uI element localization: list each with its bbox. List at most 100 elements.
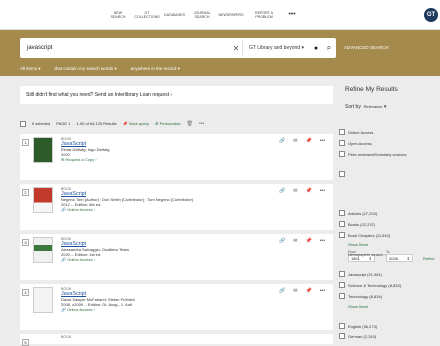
advanced-search-link[interactable]: ADVANCED SEARCH <box>344 45 389 50</box>
pin-icon[interactable]: 📌 <box>306 188 312 194</box>
nav-journal-search[interactable]: JOURNAL SEARCH <box>188 0 216 30</box>
result-text: BOOK JavaScript David Sawyer McFarland; … <box>61 287 135 312</box>
facet-technology[interactable]: Technology (8,834) <box>339 293 382 299</box>
facet-label: English (36,273) <box>348 323 378 329</box>
checkbox[interactable] <box>339 232 345 238</box>
pin-icon[interactable]: 📌 <box>306 138 312 144</box>
email-icon[interactable]: ✉ <box>293 238 297 244</box>
nav-newspapers[interactable]: NEWSPAPERS <box>216 0 246 30</box>
facet-label: Book Chapters (11,642) <box>348 232 391 238</box>
email-icon[interactable]: ✉ <box>293 288 297 294</box>
email-icon[interactable]: ✉ <box>293 188 297 194</box>
nav-report-problem[interactable]: REPORT A PROBLEM <box>246 0 282 30</box>
request-copy-link[interactable]: ✉ Request a Copy › <box>61 157 109 162</box>
result-action-label: Request a Copy <box>65 157 95 162</box>
list-item[interactable]: 1 BOOK JavaScript Elmar Dellwig; Ingo De… <box>20 134 333 180</box>
online-access-link[interactable]: 🔗 Online Access › <box>61 307 135 312</box>
facet-articles[interactable]: Articles (27,220) <box>339 210 377 216</box>
facet-label: German (2,310) <box>348 333 377 339</box>
list-item[interactable]: 2 BOOK JavaScript Negrino Tom [Author] ;… <box>20 184 333 230</box>
online-access-link[interactable]: 🔗 Online Access › <box>61 207 193 212</box>
checkbox[interactable] <box>339 171 345 177</box>
result-action-label: Online Access <box>67 307 93 312</box>
more-icon[interactable]: ••• <box>199 121 204 127</box>
facet-science-technology[interactable]: Science & Technology (8,833) <box>339 282 401 288</box>
checkbox[interactable] <box>339 140 345 146</box>
search-icon[interactable]: ⌕ <box>322 43 336 53</box>
link-icon[interactable]: 🔗 <box>279 238 285 244</box>
show-more-subjects[interactable]: Show More <box>348 304 368 309</box>
sort-label: Sort by <box>345 104 361 110</box>
refine-button[interactable]: Refine <box>423 256 435 261</box>
checkbox[interactable] <box>339 151 345 157</box>
facet-label: Science & Technology (8,833) <box>348 282 402 288</box>
facet-english[interactable]: English (36,273) <box>339 323 377 329</box>
microphone-icon[interactable]: ● <box>310 45 322 52</box>
trash-icon[interactable]: 🗑 <box>187 121 193 127</box>
stepper-icon[interactable]: ⇕ <box>407 256 410 261</box>
search-filters: All items ▾ that contain my search words… <box>20 66 180 72</box>
ill-banner-wrap: Still didn't find what you need? Send an… <box>20 86 333 104</box>
filter-open-access[interactable]: Open Access <box>339 140 372 146</box>
results-range: 1-50 of 64,125 Results <box>76 121 117 126</box>
checkbox[interactable] <box>339 271 345 277</box>
checkbox[interactable] <box>339 210 345 216</box>
more-icon[interactable]: ••• <box>320 138 325 144</box>
list-item[interactable]: 4 BOOK JavaScript David Sawyer McFarland… <box>20 284 333 330</box>
checkbox[interactable] <box>339 323 345 329</box>
checkbox[interactable] <box>339 293 345 299</box>
to-year-input[interactable]: 2026 ⇕ <box>386 254 413 262</box>
facet-label: Books (22,237) <box>348 221 376 227</box>
filter-match-label: that contain my search words <box>54 66 114 71</box>
sort-value: Relevance <box>363 104 383 109</box>
result-actions: 🔗 ✉ 📌 ••• <box>279 238 325 244</box>
more-icon[interactable]: ••• <box>320 238 325 244</box>
avatar[interactable]: GT <box>424 8 438 22</box>
email-icon[interactable]: ✉ <box>293 138 297 144</box>
checkbox[interactable] <box>339 282 345 288</box>
newspapers-search-link[interactable]: Newspapers search › <box>348 252 386 257</box>
select-all-checkbox[interactable] <box>20 120 26 127</box>
link-icon[interactable]: 🔗 <box>279 138 285 144</box>
result-actions: 🔗 ✉ 📌 ••• <box>279 288 325 294</box>
online-access-link[interactable]: 🔗 Online Access › <box>61 257 129 262</box>
book-cover <box>33 187 53 213</box>
sort-control[interactable]: Sort by Relevance ▾ <box>345 104 386 110</box>
facet-label: Javascript (21,961) <box>348 271 383 277</box>
nav-more-icon[interactable]: ••• <box>282 0 302 30</box>
scope-dropdown[interactable]: GT Library and beyond ▾ <box>242 41 310 55</box>
personalize-button[interactable]: ⚙ Personalize <box>155 121 181 126</box>
nav-databases[interactable]: DATABASES <box>161 0 188 30</box>
link-icon[interactable]: 🔗 <box>279 188 285 194</box>
pin-icon[interactable]: 📌 <box>306 238 312 244</box>
nav-new-search[interactable]: NEW SEARCH <box>103 0 133 30</box>
pin-icon[interactable]: 📌 <box>306 288 312 294</box>
show-more-types[interactable]: Show More <box>348 242 368 247</box>
result-index: 1 <box>22 139 29 146</box>
facet-books[interactable]: Books (22,237) <box>339 221 375 227</box>
list-item[interactable]: 3 BOOK JavaScript Alessandra Salvaggio; … <box>20 234 333 280</box>
more-icon[interactable]: ••• <box>320 188 325 194</box>
nav-gt-collections[interactable]: GT COLLECTIONS <box>133 0 161 30</box>
facet-javascript[interactable]: Javascript (21,961) <box>339 271 382 277</box>
filter-field[interactable]: anywhere in the record ▾ <box>131 66 180 72</box>
checkbox[interactable] <box>339 129 345 135</box>
more-icon[interactable]: ••• <box>320 288 325 294</box>
filter-peer-reviewed[interactable]: Peer-reviewed/Scholarly sources <box>339 151 406 157</box>
filter-online-access[interactable]: Online Access <box>339 129 373 135</box>
facet-german[interactable]: German (2,310) <box>339 333 376 339</box>
clear-icon[interactable]: ✕ <box>230 44 242 53</box>
ill-banner[interactable]: Still didn't find what you need? Send an… <box>20 86 333 104</box>
save-query-button[interactable]: 📌 Save query <box>123 121 149 126</box>
checkbox[interactable] <box>339 221 345 227</box>
facet-book-chapters[interactable]: Book Chapters (11,642) <box>339 232 390 238</box>
filter-match[interactable]: that contain my search words ▾ <box>55 66 117 72</box>
search-input[interactable]: javascript <box>20 45 230 51</box>
date-toggle[interactable] <box>339 171 345 177</box>
filter-item-type[interactable]: All items ▾ <box>20 66 41 72</box>
link-icon[interactable]: 🔗 <box>279 288 285 294</box>
result-index: 2 <box>22 189 29 196</box>
checkbox[interactable] <box>339 333 345 339</box>
result-text: BOOK JavaScript Negrino Tom [Author] ; D… <box>61 187 193 212</box>
list-item[interactable]: 5 BOOK <box>20 334 333 346</box>
